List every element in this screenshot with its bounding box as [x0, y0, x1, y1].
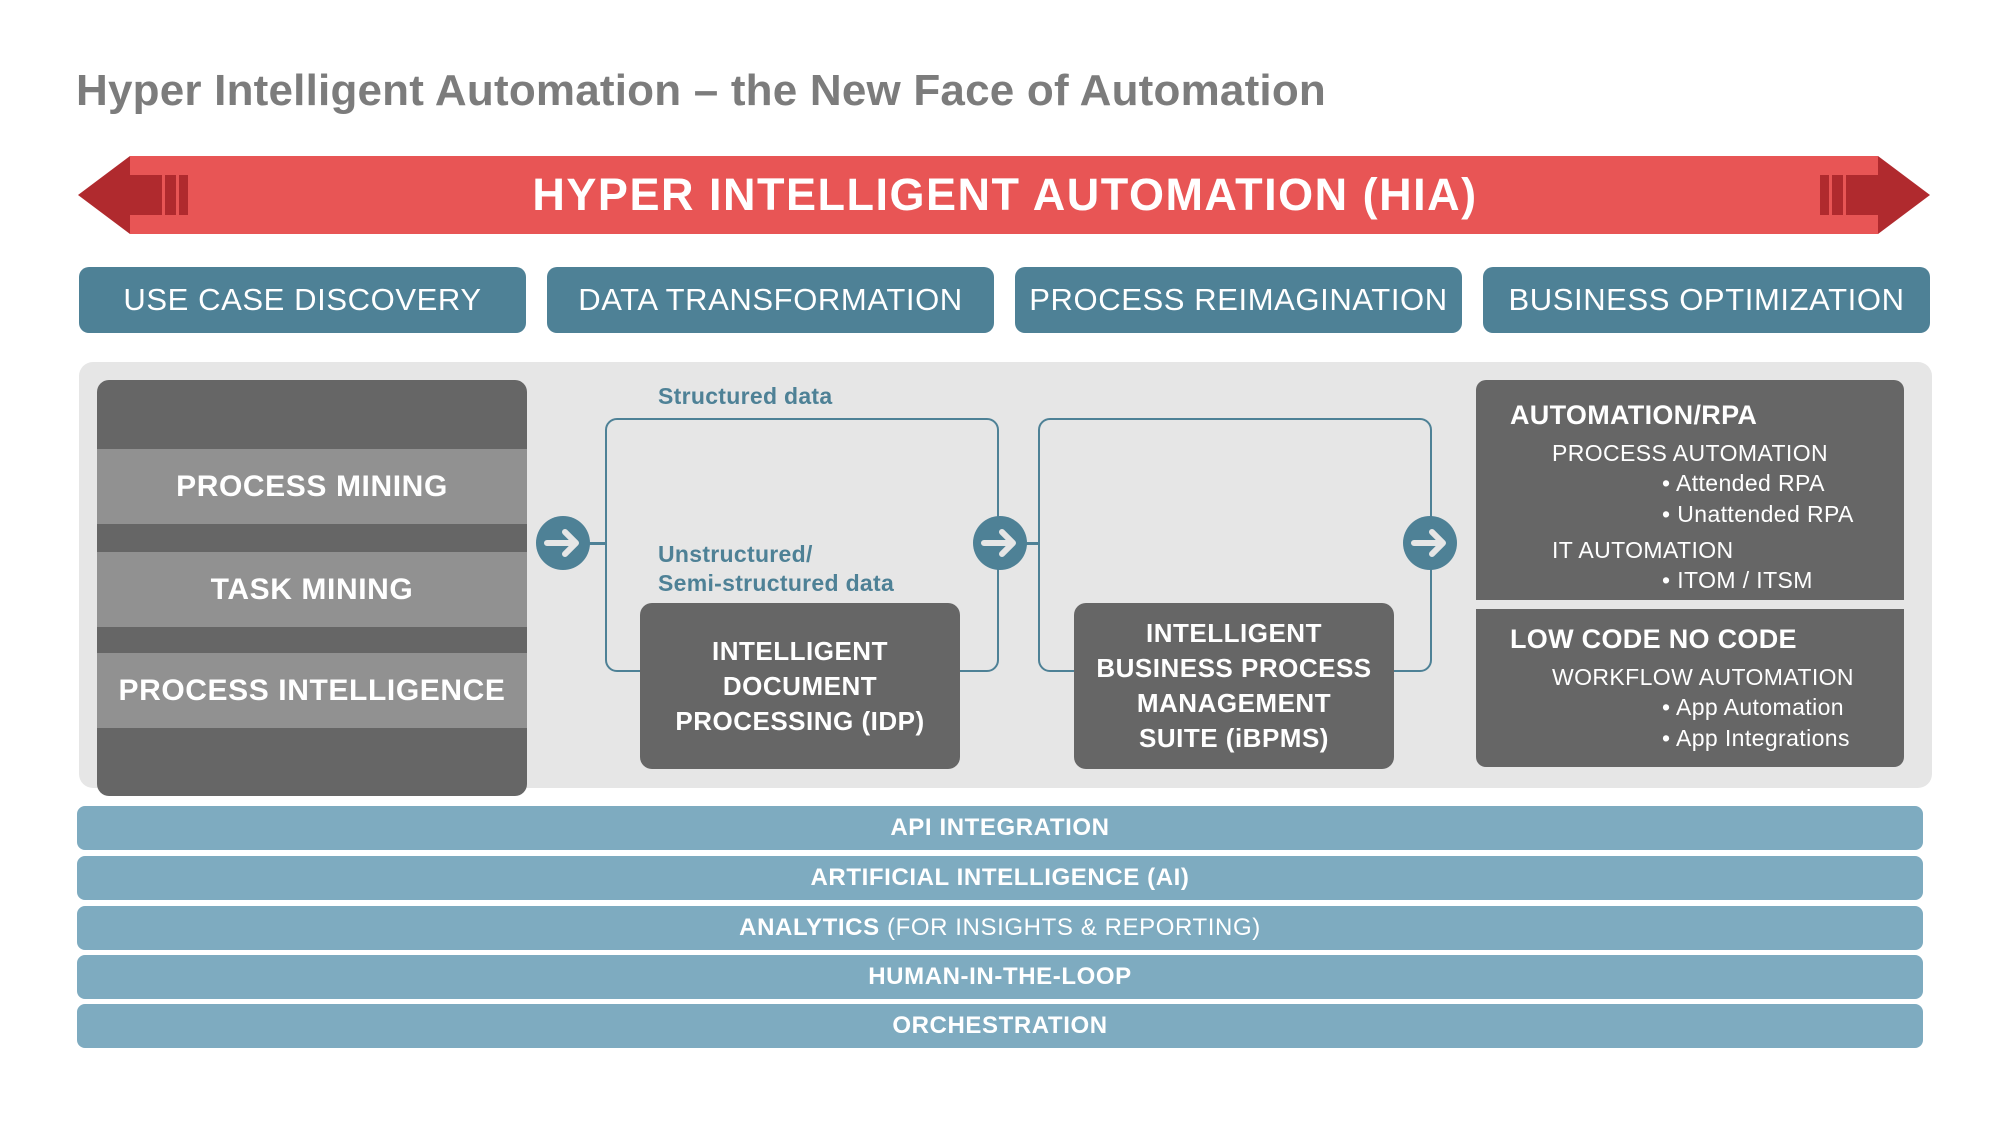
idp-line3: PROCESSING (IDP) [675, 705, 925, 736]
it-automation-heading: IT AUTOMATION [1552, 537, 1734, 563]
idp-line2: DOCUMENT [722, 670, 878, 701]
phase-business-optimization[interactable]: BUSINESS OPTIMIZATION [1483, 267, 1930, 333]
layer-bold-label: HUMAN-IN-THE-LOOP [868, 963, 1132, 990]
task-mining-item[interactable]: TASK MINING [97, 552, 527, 627]
automation-rpa-title: AUTOMATION/RPA [1510, 400, 1758, 430]
unstructured-line2: Semi-structured data [658, 570, 895, 596]
layer-artificial-intelligence[interactable]: ARTIFICIAL INTELLIGENCE (AI) [77, 856, 1923, 900]
arrow-right-icon [1403, 516, 1457, 570]
ibpms-box[interactable]: INTELLIGENT BUSINESS PROCESS MANAGEMENT … [1074, 603, 1394, 769]
ibpms-line1: INTELLIGENT [1146, 618, 1322, 648]
ibpms-line2: BUSINESS PROCESS [1096, 653, 1372, 683]
unattended-rpa-item: • Unattended RPA [1662, 501, 1854, 527]
low-code-no-code-panel[interactable]: LOW CODE NO CODE WORKFLOW AUTOMATION • A… [1476, 609, 1904, 767]
layer-bold-label: ARTIFICIAL INTELLIGENCE (AI) [810, 864, 1190, 891]
layer-bold-label: API INTEGRATION [890, 814, 1110, 841]
low-code-title: LOW CODE NO CODE [1510, 624, 1797, 654]
discovery-stack: PROCESS MINING TASK MINING PROCESS INTEL… [97, 380, 527, 796]
structured-data-label: Structured data [658, 383, 833, 409]
unstructured-line1: Unstructured/ [658, 541, 813, 567]
process-intelligence-item[interactable]: PROCESS INTELLIGENCE [97, 653, 527, 728]
unstructured-data-label: Unstructured/ Semi-structured data [658, 540, 894, 598]
layer-api-integration[interactable]: API INTEGRATION [77, 806, 1923, 850]
layer-orchestration[interactable]: ORCHESTRATION [77, 1004, 1923, 1048]
phase-data-transformation[interactable]: DATA TRANSFORMATION [547, 267, 994, 333]
layer-regular-label: (FOR INSIGHTS & REPORTING) [879, 914, 1261, 941]
app-integrations-item: • App Integrations [1662, 725, 1850, 751]
layer-human-in-the-loop[interactable]: HUMAN-IN-THE-LOOP [77, 955, 1923, 999]
idp-box[interactable]: INTELLIGENT DOCUMENT PROCESSING (IDP) [640, 603, 960, 769]
automation-rpa-panel[interactable]: AUTOMATION/RPA PROCESS AUTOMATION • Atte… [1476, 380, 1904, 600]
layer-analytics[interactable]: ANALYTICS (FOR INSIGHTS & REPORTING) [77, 906, 1923, 950]
idp-line1: INTELLIGENT [712, 635, 888, 666]
phase-process-reimagination[interactable]: PROCESS REIMAGINATION [1015, 267, 1462, 333]
arrow-right-icon [536, 516, 590, 570]
process-automation-heading: PROCESS AUTOMATION [1552, 440, 1829, 466]
arrow-right-icon [973, 516, 1027, 570]
itom-itsm-item: • ITOM / ITSM [1662, 567, 1813, 593]
page-title: Hyper Intelligent Automation – the New F… [76, 66, 1326, 115]
attended-rpa-item: • Attended RPA [1662, 470, 1825, 496]
ibpms-line4: SUITE (iBPMS) [1139, 723, 1329, 753]
process-mining-item[interactable]: PROCESS MINING [97, 449, 527, 524]
phase-use-case-discovery[interactable]: USE CASE DISCOVERY [79, 267, 526, 333]
banner-label: HYPER INTELLIGENT AUTOMATION (HIA) [532, 169, 1478, 220]
ibpms-line3: MANAGEMENT [1136, 688, 1332, 718]
workflow-automation-heading: WORKFLOW AUTOMATION [1552, 664, 1854, 690]
layer-bold-label: ORCHESTRATION [892, 1012, 1108, 1039]
app-automation-item: • App Automation [1662, 694, 1844, 720]
layer-bold-label: ANALYTICS [739, 914, 880, 941]
